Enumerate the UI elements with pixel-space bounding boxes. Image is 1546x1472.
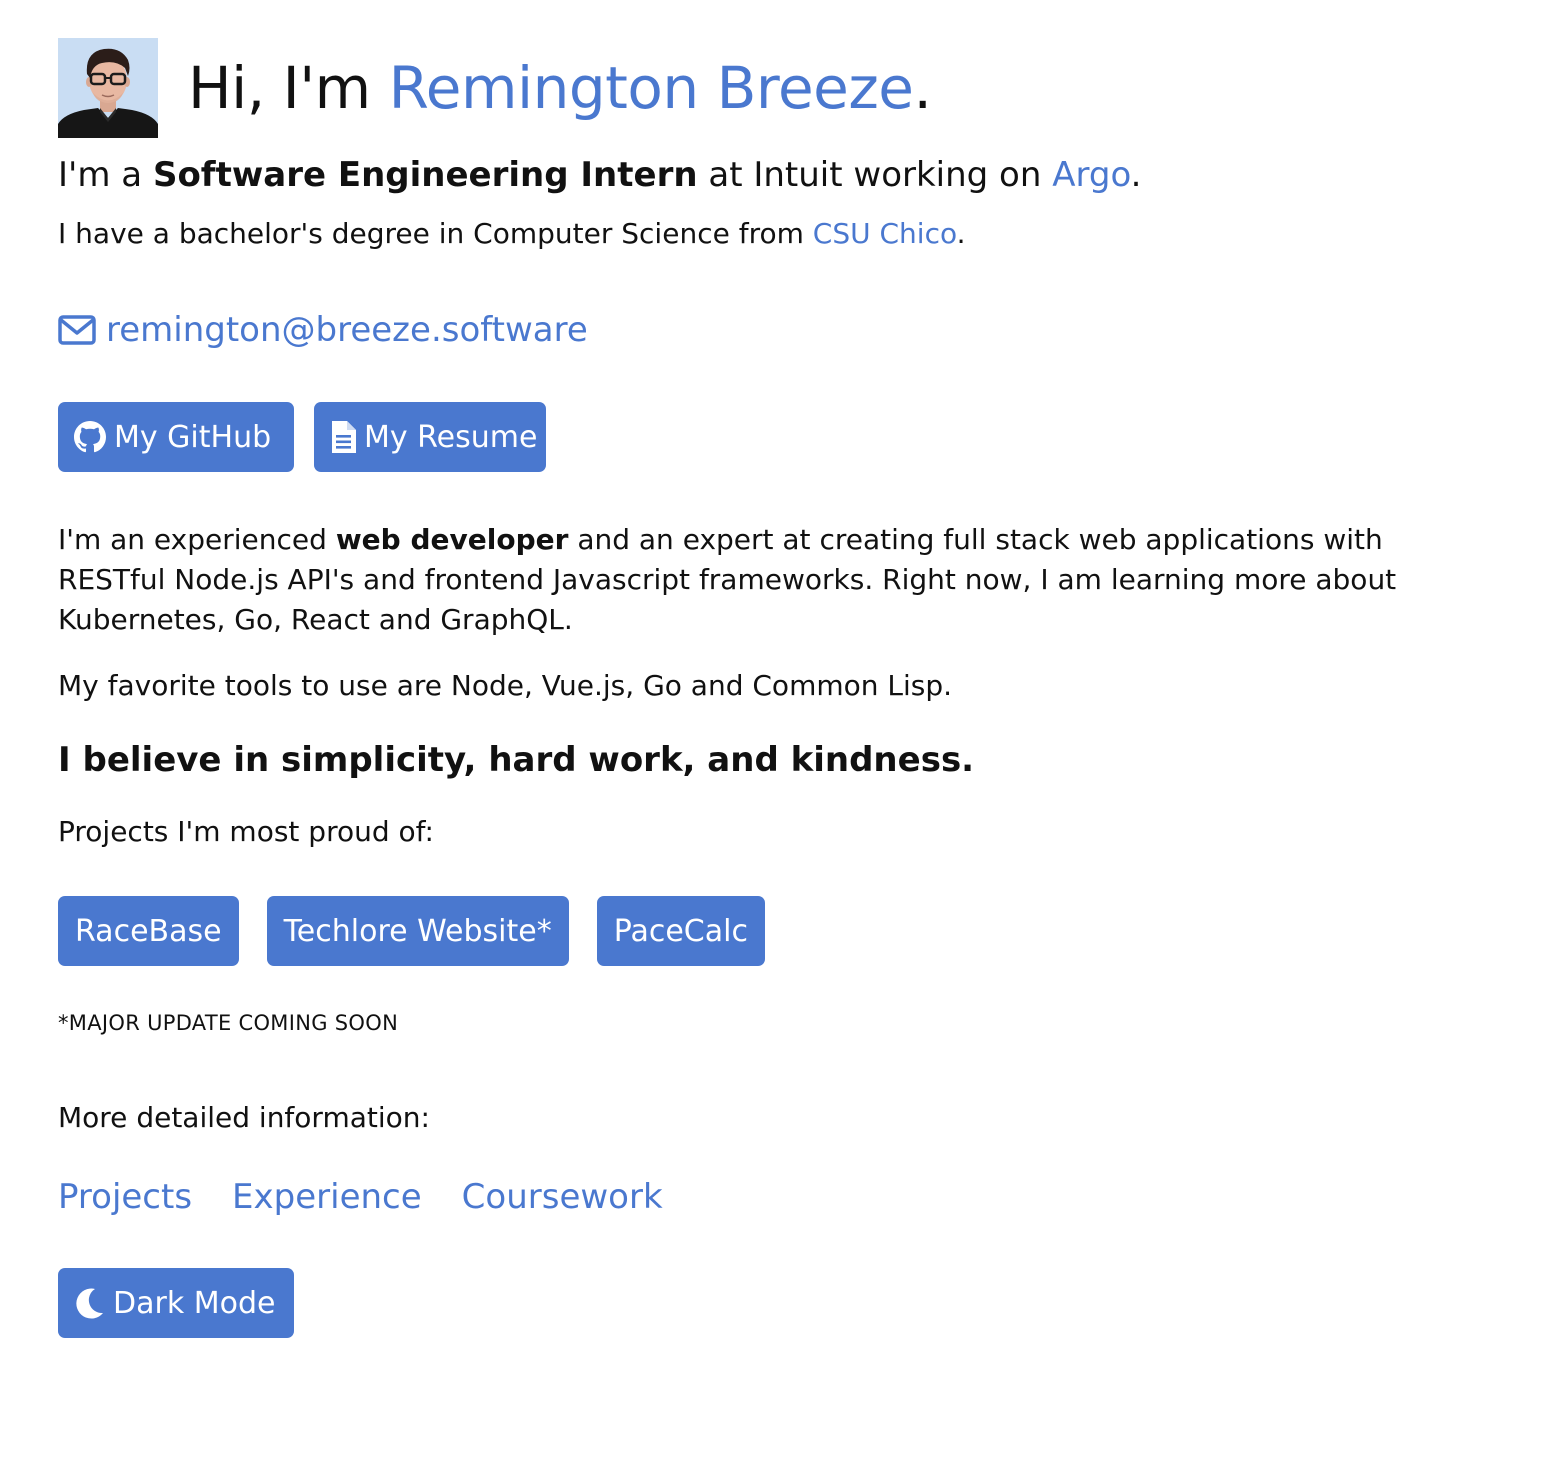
- role-text: Software Engineering Intern: [152, 155, 698, 195]
- belief-statement: I believe in simplicity, hard work, and …: [58, 740, 975, 780]
- argo-link[interactable]: Argo: [1052, 155, 1130, 195]
- project-button-techlore[interactable]: Techlore Website*: [266, 896, 569, 966]
- email-link[interactable]: remington@breeze.software: [58, 308, 1498, 352]
- subtitle-prefix: I'm a: [58, 155, 153, 195]
- degree-suffix: .: [956, 217, 966, 250]
- file-icon: [330, 421, 356, 453]
- avatar: [58, 38, 158, 138]
- resume-button[interactable]: My Resume: [314, 402, 546, 472]
- update-note: *MAJOR UPDATE COMING SOON: [58, 1011, 399, 1035]
- github-icon: [74, 421, 106, 453]
- theme-controls: Dark Mode: [58, 1268, 1498, 1338]
- about-prefix: I'm an experienced: [58, 523, 336, 556]
- subtitle: I'm a Software Engineering Intern at Int…: [58, 152, 1498, 198]
- project-button-pacecalc[interactable]: PaceCalc: [596, 896, 765, 966]
- resume-button-label[interactable]: My Resume: [364, 420, 537, 455]
- moon-icon: [75, 1287, 105, 1319]
- dark-mode-button[interactable]: Dark Mode: [58, 1268, 294, 1338]
- profile-buttons: My GitHub My Resume: [58, 402, 1498, 472]
- experience-link[interactable]: Experience: [232, 1174, 422, 1220]
- greeting-suffix: .: [913, 54, 932, 122]
- projects-intro: Projects I'm most proud of:: [58, 815, 434, 848]
- page-title: Hi, I'm Remington Breeze.: [188, 38, 932, 138]
- subtitle-suffix: .: [1130, 155, 1142, 195]
- project-button-racebase[interactable]: RaceBase: [58, 896, 239, 966]
- github-button-label[interactable]: My GitHub: [114, 420, 271, 455]
- project-buttons: RaceBase Techlore Website* PaceCalc: [58, 896, 1498, 966]
- coursework-link[interactable]: Coursework: [462, 1174, 663, 1220]
- email-text[interactable]: remington@breeze.software: [106, 308, 588, 352]
- favorite-tools: My favorite tools to use are Node, Vue.j…: [58, 669, 953, 702]
- degree-text: I have a bachelor's degree in Computer S…: [58, 214, 1498, 254]
- csu-chico-link[interactable]: CSU Chico: [813, 217, 957, 250]
- name-link[interactable]: Remington Breeze: [389, 54, 914, 122]
- greeting-prefix: Hi, I'm: [188, 54, 389, 122]
- envelope-icon: [58, 315, 96, 345]
- more-info-intro: More detailed information:: [58, 1101, 430, 1134]
- page-content: Hi, I'm Remington Breeze. I'm a Software…: [58, 38, 1498, 1338]
- avatar-illustration: [58, 38, 158, 138]
- github-button[interactable]: My GitHub: [58, 402, 294, 472]
- about-paragraph: I'm an experienced web developer and an …: [58, 520, 1478, 640]
- hero: Hi, I'm Remington Breeze.: [58, 38, 1498, 138]
- detail-links: Projects Experience Coursework: [58, 1174, 1498, 1220]
- degree-prefix: I have a bachelor's degree in Computer S…: [58, 217, 813, 250]
- projects-link[interactable]: Projects: [58, 1174, 192, 1220]
- subtitle-middle: at Intuit working on: [697, 155, 1053, 195]
- about-highlight: web developer: [335, 523, 569, 556]
- dark-mode-label[interactable]: Dark Mode: [113, 1286, 275, 1321]
